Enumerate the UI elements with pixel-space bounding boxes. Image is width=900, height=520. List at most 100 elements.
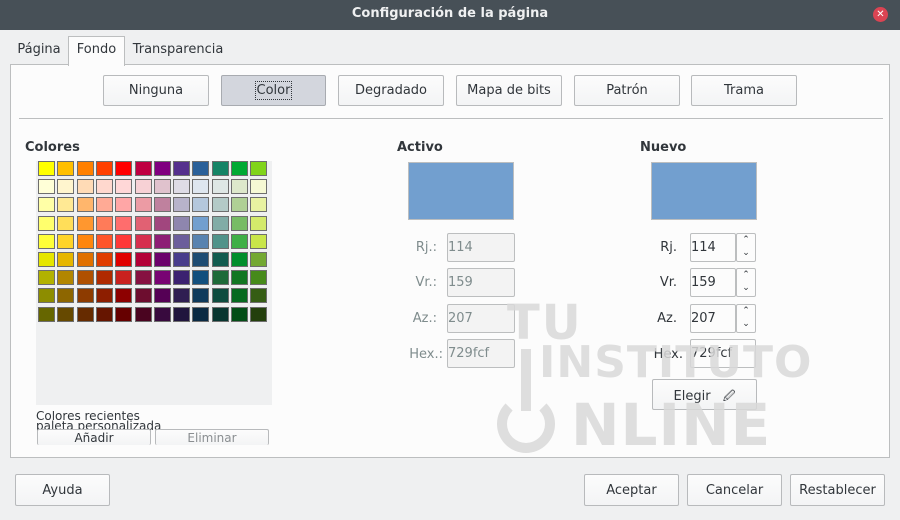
palette-swatch[interactable] [173,197,191,213]
palette-swatch[interactable] [38,197,55,213]
new-blue-input[interactable]: 207 [690,304,736,333]
chevron-down-icon[interactable]: ⌄ [737,282,755,295]
cancel-button[interactable]: Cancelar [687,474,782,506]
palette-swatch[interactable] [173,161,191,176]
palette-swatch[interactable] [115,179,133,195]
palette-swatch[interactable] [211,306,229,322]
palette-swatch[interactable] [76,252,94,267]
palette-swatch[interactable] [231,197,248,213]
palette-swatch[interactable] [115,215,133,231]
palette-swatch[interactable] [173,270,191,286]
palette-swatch[interactable] [38,215,55,231]
palette-swatch[interactable] [38,270,55,286]
palette-swatch[interactable] [95,270,113,286]
new-red-input[interactable]: 114 [690,233,736,262]
chevron-up-icon[interactable]: ⌃ [737,305,755,318]
palette-swatch[interactable] [250,215,268,231]
palette-swatch[interactable] [192,306,210,322]
palette-swatch[interactable] [173,288,191,304]
palette-swatch[interactable] [250,252,268,267]
palette-swatch[interactable] [115,161,133,176]
palette-swatch[interactable] [231,270,248,286]
palette-swatch[interactable] [211,270,229,286]
palette-swatch[interactable] [153,161,171,176]
palette-swatch[interactable] [173,215,191,231]
palette-swatch[interactable] [38,161,55,176]
palette-swatch[interactable] [38,252,55,267]
new-green-input[interactable]: 159 [690,268,736,297]
palette-swatch[interactable] [211,179,229,195]
palette-swatch[interactable] [231,179,248,195]
palette-swatch[interactable] [38,288,55,304]
palette-swatch[interactable] [192,252,210,267]
palette-swatch[interactable] [57,233,75,249]
palette-swatch[interactable] [192,161,210,176]
palette-swatch[interactable] [38,306,55,322]
fill-hatch-button[interactable]: Trama [691,75,797,106]
palette-swatch[interactable] [192,288,210,304]
palette-swatch[interactable] [231,288,248,304]
palette-swatch[interactable] [173,179,191,195]
palette-swatch[interactable] [76,179,94,195]
ok-button[interactable]: Aceptar [584,474,679,506]
fill-gradient-button[interactable]: Degradado [338,75,444,106]
palette-swatch[interactable] [153,288,171,304]
palette-swatch[interactable] [76,288,94,304]
palette-swatch[interactable] [231,306,248,322]
palette-swatch[interactable] [95,197,113,213]
palette-swatch[interactable] [115,270,133,286]
palette-swatch[interactable] [57,215,75,231]
palette-swatch[interactable] [192,179,210,195]
tab-fondo[interactable]: Fondo [68,36,125,66]
new-blue-spinner[interactable]: ⌃ ⌄ [736,304,756,333]
palette-swatch[interactable] [38,233,55,249]
palette-swatch[interactable] [134,233,152,249]
palette-swatch[interactable] [57,179,75,195]
palette-swatch[interactable] [173,306,191,322]
new-hex-input[interactable]: 729fcf [690,339,756,368]
palette-swatch[interactable] [57,306,75,322]
palette-swatch[interactable] [231,161,248,176]
tab-transparencia[interactable]: Transparencia [128,37,228,65]
palette-swatch[interactable] [134,197,152,213]
palette-swatch[interactable] [250,197,268,213]
palette-swatch[interactable] [134,215,152,231]
reset-button[interactable]: Restablecer [790,474,885,506]
palette-swatch[interactable] [57,270,75,286]
palette-swatch[interactable] [134,161,152,176]
palette-swatch[interactable] [231,252,248,267]
chevron-up-icon[interactable]: ⌃ [737,269,755,282]
palette-swatch[interactable] [192,215,210,231]
chevron-down-icon[interactable]: ⌄ [737,318,755,331]
palette-swatch[interactable] [153,215,171,231]
palette-swatch[interactable] [192,233,210,249]
palette-swatch[interactable] [76,161,94,176]
palette-swatch[interactable] [250,161,268,176]
palette-swatch[interactable] [76,233,94,249]
palette-swatch[interactable] [134,270,152,286]
palette-swatch[interactable] [134,306,152,322]
palette-swatch[interactable] [250,306,268,322]
palette-swatch[interactable] [76,197,94,213]
palette-swatch[interactable] [173,252,191,267]
chevron-down-icon[interactable]: ⌄ [737,247,755,260]
new-red-spinner[interactable]: ⌃ ⌄ [736,233,756,262]
fill-none-button[interactable]: Ninguna [103,75,209,106]
palette-swatch[interactable] [250,179,268,195]
tab-pagina[interactable]: Página [10,37,68,65]
palette-swatch[interactable] [57,252,75,267]
palette-swatch[interactable] [115,306,133,322]
delete-color-button[interactable]: Eliminar [155,429,269,445]
palette-swatch[interactable] [250,270,268,286]
palette-swatch[interactable] [95,233,113,249]
palette-swatch[interactable] [153,233,171,249]
palette-swatch[interactable] [153,197,171,213]
palette-swatch[interactable] [250,233,268,249]
palette-swatch[interactable] [115,197,133,213]
palette-swatch[interactable] [76,270,94,286]
pick-color-button[interactable]: Elegir 🖉 [652,379,757,410]
new-green-spinner[interactable]: ⌃ ⌄ [736,268,756,297]
palette-swatch[interactable] [211,215,229,231]
help-button[interactable]: Ayuda [15,474,110,506]
palette-swatch[interactable] [76,306,94,322]
